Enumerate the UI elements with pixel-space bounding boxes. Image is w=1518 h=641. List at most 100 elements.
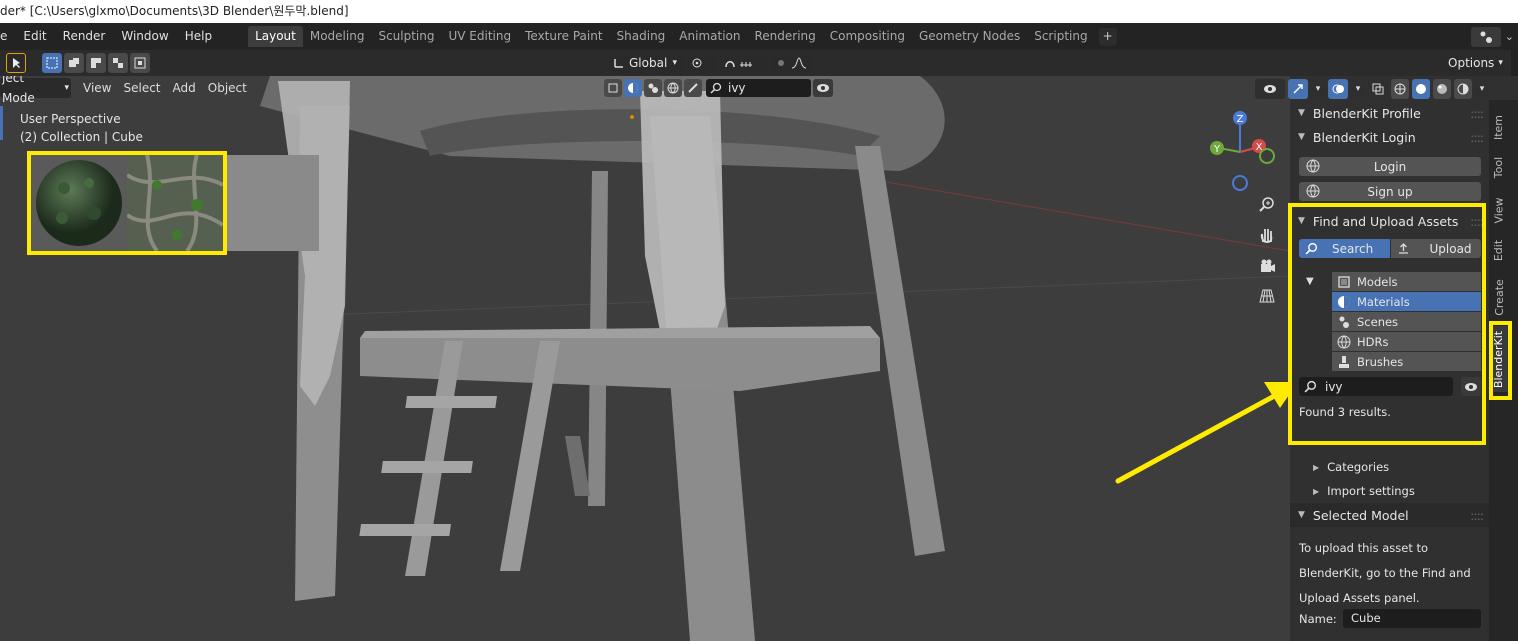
viewport-search-input[interactable]: ivy (706, 79, 811, 97)
select-subtract-icon[interactable] (86, 53, 106, 73)
pivot-dropdown[interactable] (688, 53, 716, 73)
tab-tool[interactable]: Tool (1489, 148, 1509, 186)
panel-header-login[interactable]: ▼ BlenderKit Login :::: (1290, 125, 1489, 149)
options-dropdown[interactable]: Options ▾ (1441, 53, 1504, 73)
select-new-icon[interactable] (42, 53, 62, 73)
grid-perspective-icon[interactable] (1255, 284, 1279, 308)
solid-shading-icon[interactable] (1412, 79, 1430, 99)
top-menu-bar: e Edit Render Window Help Layout Modelin… (0, 23, 1518, 50)
proportional-icon (778, 60, 784, 66)
menu-add[interactable]: Add (167, 81, 202, 95)
upload-info-text: To upload this asset to BlenderKit, go t… (1299, 536, 1471, 611)
panel-title-profile: BlenderKit Profile (1312, 105, 1421, 121)
perspective-label: User Perspective (20, 112, 121, 126)
categories-subpanel[interactable]: ▶ Categories (1313, 460, 1389, 474)
import-settings-subpanel[interactable]: ▶ Import settings (1313, 484, 1415, 498)
search-icon (710, 82, 722, 94)
menu-select[interactable]: Select (117, 81, 166, 95)
wireframe-shading-icon[interactable] (1391, 79, 1409, 99)
highlight-blenderkit-tab (1489, 321, 1512, 400)
tab-rendering[interactable]: Rendering (747, 26, 822, 47)
chevron-down-icon[interactable]: ▾ (1475, 79, 1489, 99)
gizmo-y-label: Y (1213, 144, 1221, 155)
chevron-down-icon: ▾ (1498, 58, 1503, 68)
tab-edit[interactable]: Edit (1489, 232, 1509, 268)
pivot-icon (692, 58, 702, 68)
world-icon[interactable] (664, 79, 682, 97)
gizmo-toggle-icon[interactable] (1288, 79, 1308, 99)
tab-shading[interactable]: Shading (610, 26, 673, 47)
globe-icon (1306, 184, 1320, 198)
active-indicator (0, 106, 3, 140)
panel-header-profile[interactable]: ▼ BlenderKit Profile :::: (1290, 101, 1489, 125)
tab-animation[interactable]: Animation (672, 26, 747, 47)
menu-help[interactable]: Help (177, 23, 220, 50)
chevron-down-icon[interactable]: ▾ (1311, 79, 1325, 99)
tab-scripting[interactable]: Scripting (1027, 26, 1094, 47)
models-icon[interactable] (604, 79, 622, 97)
tab-sculpting[interactable]: Sculpting (371, 26, 441, 47)
object-mode-dropdown[interactable]: ject Mode ▾ (0, 76, 71, 105)
tab-view[interactable]: View (1489, 190, 1509, 230)
tab-modeling[interactable]: Modeling (303, 26, 372, 47)
drag-handle-icon[interactable]: :::: (1470, 508, 1484, 523)
scrollbar[interactable] (1511, 50, 1518, 76)
hand-pan-icon[interactable] (1255, 223, 1279, 247)
select-intersect-icon[interactable] (130, 53, 150, 73)
select-invert-icon[interactable] (108, 53, 128, 73)
material-thumbnail-1[interactable] (31, 155, 127, 251)
viewport-header: ject Mode ▾ View Select Add Object ivy ⌄ (0, 76, 1290, 105)
eye-icon[interactable] (813, 79, 833, 97)
scene-icon[interactable] (1470, 26, 1501, 47)
scene-icon[interactable] (644, 79, 662, 97)
3d-viewport[interactable]: ject Mode ▾ View Select Add Object ivy ⌄… (0, 76, 1290, 641)
ivy-sphere-icon (36, 160, 122, 246)
collapse-triangle-icon: ▼ (1298, 108, 1305, 118)
menu-file[interactable]: e (0, 23, 15, 50)
orientation-dropdown[interactable]: Global ▾ (606, 53, 684, 73)
collapse-triangle-icon: ▼ (1298, 510, 1305, 520)
login-button[interactable]: Login (1299, 157, 1481, 176)
menu-window[interactable]: Window (113, 23, 176, 50)
material-sphere-icon[interactable] (624, 79, 642, 97)
menu-object[interactable]: Object (202, 81, 253, 95)
xray-icon[interactable] (1368, 79, 1388, 99)
signup-button[interactable]: Sign up (1299, 182, 1481, 201)
falloff-icon (791, 57, 807, 69)
tab-compositing[interactable]: Compositing (823, 26, 912, 47)
tab-geometry-nodes[interactable]: Geometry Nodes (912, 26, 1027, 47)
material-shading-icon[interactable] (1433, 79, 1451, 99)
ivy-bark-icon (125, 154, 225, 253)
drag-handle-icon[interactable]: :::: (1470, 106, 1484, 121)
highlight-find-upload (1288, 203, 1486, 445)
panel-header-selected-model[interactable]: ▼ Selected Model :::: (1290, 503, 1489, 527)
select-tool-icon[interactable] (6, 53, 26, 73)
zoom-icon[interactable] (1255, 193, 1279, 217)
menu-edit[interactable]: Edit (15, 23, 54, 50)
drag-handle-icon[interactable]: :::: (1470, 130, 1484, 145)
select-extend-icon[interactable] (64, 53, 84, 73)
collection-label: (2) Collection | Cube (20, 130, 143, 144)
camera-icon[interactable] (1255, 254, 1279, 278)
chevron-down-icon[interactable]: ▾ (1351, 79, 1365, 99)
name-field[interactable]: Cube (1343, 609, 1481, 628)
window-title: der* [C:\Users\glxmo\Documents\3D Blende… (0, 4, 349, 18)
tab-texture-paint[interactable]: Texture Paint (518, 26, 609, 47)
tab-layout[interactable]: Layout (248, 26, 303, 47)
proportional-edit-dropdown[interactable] (772, 53, 812, 73)
add-workspace-button[interactable]: + (1098, 27, 1117, 46)
upload-info-line-3: Upload Assets panel. (1299, 591, 1420, 605)
overlay-toggle-icon[interactable] (1328, 79, 1348, 99)
snap-dropdown[interactable] (720, 53, 768, 73)
tab-item[interactable]: Item (1489, 105, 1509, 149)
menu-view[interactable]: View (77, 81, 117, 95)
rendered-shading-icon[interactable] (1454, 79, 1472, 99)
snap-icon (725, 61, 735, 68)
material-thumbnail-2[interactable] (125, 154, 225, 253)
scene-selector: ⌄ (1470, 23, 1518, 50)
tab-uv-editing[interactable]: UV Editing (442, 26, 519, 47)
menu-render[interactable]: Render (55, 23, 114, 50)
tab-create[interactable]: Create (1489, 272, 1509, 322)
brush-icon[interactable] (684, 79, 702, 97)
eye-icon[interactable] (1255, 79, 1285, 99)
